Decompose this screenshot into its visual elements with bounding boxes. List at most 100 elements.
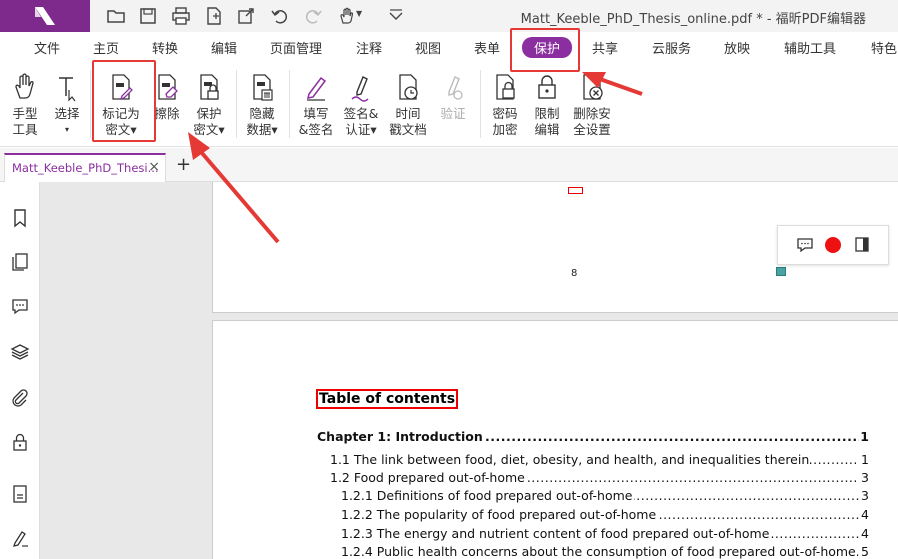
select-label-2: ▾ [64,125,69,134]
share-icon[interactable] [236,6,256,26]
foxit-logo-icon [35,7,55,25]
tab-features[interactable]: 特色 [871,38,897,57]
toc-entry[interactable]: ........................................… [341,507,869,525]
toc-entry[interactable]: ........................................… [330,452,869,470]
select-text-icon [59,77,76,102]
document-tab-name: Matt_Keeble_PhD_Thesi... [12,161,159,175]
toc-entry-page: 3 [860,488,869,503]
select-button[interactable]: 选择 ▾ [48,72,86,138]
tab-share[interactable]: 共享 [592,38,618,57]
page-thumbnails-icon[interactable] [10,252,30,272]
toc-entry-page: 5 [860,544,869,559]
print-icon[interactable] [171,6,191,26]
annotation-marker[interactable] [776,267,786,276]
properties-panel-icon[interactable] [854,236,870,254]
toc-entry-title: 1.2 Food prepared out-of-home [330,470,526,485]
password-lock-icon [496,74,515,100]
hand-tool-dropdown-icon[interactable]: ▼ [356,9,362,18]
highlight-box-protect-tab [510,28,580,72]
color-picker-icon[interactable] [824,236,842,254]
new-tab-button[interactable]: + [176,154,191,175]
tab-view[interactable]: 视图 [415,38,441,57]
tab-edit[interactable]: 编辑 [211,38,237,57]
tab-file[interactable]: 文件 [34,38,60,57]
protect-redaction-label-2: 密文▾ [193,122,225,137]
select-label-1: 选择 [54,106,80,121]
attachment-icon[interactable] [10,388,30,408]
ribbon-separator [289,70,290,138]
open-folder-icon[interactable] [106,6,126,26]
hide-data-label-2: 数据▾ [246,122,278,137]
validate-label: 验证 [440,106,466,121]
sign-certify-button[interactable]: 签名& 认证▾ [340,72,382,138]
toc-title: Table of contents [316,389,459,409]
restrict-label-1: 限制 [534,106,560,121]
save-icon[interactable] [138,6,158,26]
highlight-box-mark-redaction [92,60,156,142]
new-doc-icon[interactable] [204,6,224,26]
password-encrypt-button[interactable]: 密码 加密 [488,72,522,138]
title-bar: ▼ Matt_Keeble_PhD_Thesis_online.pdf * - … [0,0,898,32]
close-tab-icon[interactable]: × [148,159,160,175]
comment-icon[interactable] [796,236,814,254]
redo-icon[interactable] [303,6,323,26]
hand-tool-button[interactable]: 手型 工具 [6,72,44,138]
password-label-2: 加密 [492,122,518,137]
tab-convert[interactable]: 转换 [152,38,178,57]
content-icon[interactable] [10,484,30,504]
toc-entry-page: 3 [860,470,869,485]
toc-entry[interactable]: ........................................… [341,488,869,506]
sign-certify-label-1: 签名& [343,106,379,121]
fill-sign-button[interactable]: 填写 &签名 [296,72,336,138]
validate-icon [448,76,463,100]
document-tab[interactable]: Matt_Keeble_PhD_Thesi... × [4,153,166,182]
timestamp-label-1: 时间 [395,106,421,121]
hide-data-icon [253,74,273,101]
toc-entry-title: 1.1 The link between food, diet, obesity… [330,452,811,467]
restrict-lock-icon [538,75,556,99]
floating-annotation-toolbar [777,225,889,265]
remove-security-icon [583,74,603,100]
tab-page-management[interactable]: 页面管理 [270,38,322,57]
toc-entry-title: 1.2.1 Definitions of food prepared out-o… [341,488,634,503]
toc-entry-title: 1.2.2 The popularity of food prepared ou… [341,507,658,522]
app-logo[interactable] [0,0,90,32]
protect-redaction-icon [200,74,219,100]
toc-entry[interactable]: ........................................… [330,470,869,488]
bookmark-icon[interactable] [10,208,30,228]
timestamp-icon [399,74,418,100]
hide-data-button[interactable]: 隐藏 数据▾ [242,72,282,138]
ribbon-separator [236,70,237,138]
sign-certify-label-2: 认证▾ [345,122,377,137]
tab-form[interactable]: 表单 [474,38,500,57]
hand-tool-icon[interactable] [337,6,357,26]
remove-security-button[interactable]: 删除安 全设置 [570,72,614,138]
toc-entry-title: Chapter 1: Introduction [317,429,484,444]
tab-presentation[interactable]: 放映 [724,38,750,57]
sign-certify-icon [351,76,369,102]
fill-sign-label-1: 填写 [303,106,329,121]
protect-redaction-label-1: 保护 [196,106,222,121]
layers-icon[interactable] [10,342,30,362]
toc-entry[interactable]: ........................................… [317,429,869,447]
toc-entry[interactable]: ........................................… [341,526,869,544]
security-lock-icon[interactable] [10,432,30,452]
tab-home[interactable]: 主页 [93,38,119,57]
redaction-mark[interactable] [568,187,583,194]
validate-button: 验证 [436,72,470,122]
fill-sign-label-2: &签名 [298,122,334,137]
tab-comment[interactable]: 注释 [356,38,382,57]
window-title: Matt_Keeble_PhD_Thesis_online.pdf * - 福昕… [520,12,866,27]
tab-cloud[interactable]: 云服务 [652,38,691,57]
signature-panel-icon[interactable] [10,528,30,548]
protect-redaction-button[interactable]: 保护 密文▾ [190,72,228,138]
page-number: 8 [571,268,578,279]
customize-icon[interactable] [386,6,406,26]
timestamp-button[interactable]: 时间 戳文档 [386,72,430,138]
comments-icon[interactable] [10,296,30,316]
undo-icon[interactable] [270,6,290,26]
ribbon-separator [90,70,91,138]
tab-accessibility[interactable]: 辅助工具 [784,38,836,57]
toc-entry[interactable]: ........................................… [341,544,869,559]
restrict-edit-button[interactable]: 限制 编辑 [530,72,564,138]
